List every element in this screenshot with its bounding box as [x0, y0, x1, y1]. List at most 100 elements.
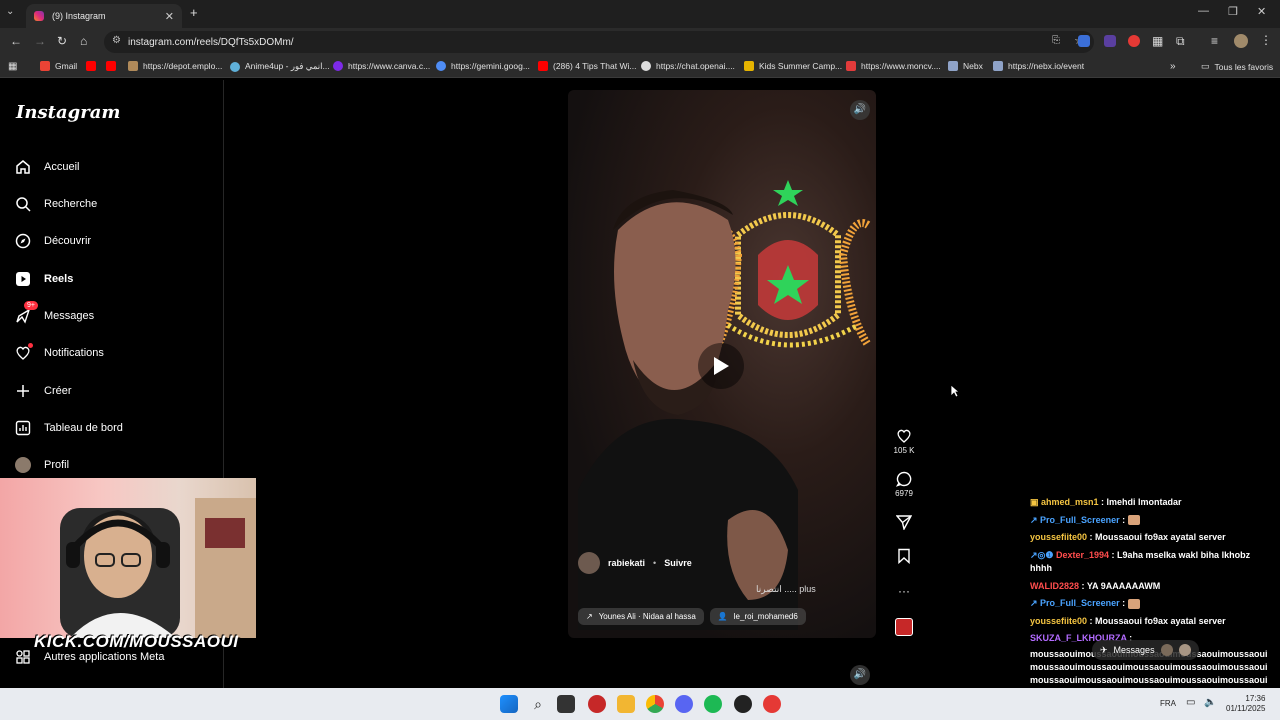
sidebar-item-creer[interactable]: Créer — [14, 382, 72, 400]
language-indicator[interactable]: FRA — [1160, 699, 1176, 708]
extension-icon[interactable] — [1128, 35, 1140, 47]
sidebar-item-recherche[interactable]: Recherche — [14, 195, 97, 213]
bookmark-item[interactable]: Anime4up - انمي فور... — [230, 61, 330, 72]
chat-badge-icon: ▣ — [1030, 497, 1042, 507]
volume-icon[interactable]: 🔈 — [1204, 697, 1216, 708]
home-icon — [14, 158, 32, 176]
chat-message: youssefiite00 : Moussaoui fo9ax ayatal s… — [1030, 615, 1226, 626]
search-icon[interactable]: ⌕ — [529, 695, 547, 713]
sidebar-item-messages[interactable]: 9+ Messages — [14, 301, 94, 325]
tagged-user-chip[interactable]: 👤 le_roi_mohamed6 — [709, 608, 806, 625]
site-info-icon[interactable]: ⚙ — [112, 35, 121, 46]
reload-icon[interactable]: ↻ — [57, 34, 67, 48]
reel-caption[interactable]: انتصرنا ..... plus — [756, 584, 816, 595]
tagged-username: le_roi_mohamed6 — [733, 612, 798, 621]
play-button[interactable] — [698, 343, 744, 389]
bookmark-item[interactable]: https://depot.emplo... — [128, 61, 222, 71]
instagram-logo[interactable]: Instagram — [16, 102, 120, 123]
bookmark-item[interactable]: (286) 4 Tips That Wi... — [538, 61, 636, 71]
sidebar-item-accueil[interactable]: Accueil — [14, 158, 79, 176]
bookmark-item[interactable]: https://chat.openai.... — [641, 61, 735, 71]
chat-text: lmehdi lmontadar — [1106, 497, 1182, 507]
home-browser-icon[interactable]: ⌂ — [80, 34, 87, 48]
profile-avatar-icon[interactable] — [1234, 34, 1248, 48]
stream-chat-overlay: ▣ ahmed_msn1 : lmehdi lmontadar ↗ Pro_Fu… — [1030, 494, 1270, 700]
clock[interactable]: 17:36 01/11/2025 — [1226, 694, 1265, 714]
spotify-icon[interactable] — [704, 695, 722, 713]
extension-icon[interactable]: ▦ — [1152, 34, 1163, 48]
comment-action[interactable]: 6979 — [892, 471, 916, 498]
bookmark-item[interactable]: https://nebx.io/event — [993, 61, 1084, 71]
tab-list-icon[interactable]: ⌄ — [6, 6, 14, 17]
bookmark-item[interactable]: Nebx — [948, 61, 983, 71]
forward-icon[interactable]: → — [34, 34, 46, 48]
bookmark-item[interactable]: Kids Summer Camp... — [744, 61, 842, 71]
install-app-icon[interactable]: ⎘ — [1052, 35, 1060, 46]
apps-grid-icon[interactable]: ▦ — [8, 61, 17, 72]
media-controls-icon[interactable]: ≡ — [1211, 34, 1218, 48]
task-view-icon[interactable] — [557, 695, 575, 713]
extension-icon[interactable] — [1104, 35, 1116, 47]
bookmark-label: (286) 4 Tips That Wi... — [553, 61, 637, 71]
bookmark-label: https://nebx.io/event — [1008, 61, 1085, 71]
chat-username: Dexter_1994 — [1055, 549, 1110, 560]
minimize-icon[interactable]: — — [1198, 5, 1209, 17]
like-action[interactable]: 105 K — [892, 428, 916, 455]
chat-username: youssefiite00 — [1030, 615, 1088, 626]
share-action[interactable] — [892, 514, 916, 532]
reel-tags-row: ↗ Younes Ali · Nidaa al hassa 👤 le_roi_m… — [578, 608, 806, 625]
sidebar-item-tableau-de-bord[interactable]: Tableau de bord — [14, 419, 123, 437]
windows-start-icon[interactable] — [500, 695, 518, 713]
app-icon[interactable] — [763, 695, 781, 713]
all-bookmarks-folder[interactable]: ▭ Tous les favoris — [1201, 61, 1273, 72]
app-icon[interactable] — [588, 695, 606, 713]
chrome-icon[interactable] — [646, 695, 664, 713]
avatar — [1178, 644, 1191, 656]
messages-pill[interactable]: ✈ Messages — [1092, 640, 1199, 660]
bookmark-item[interactable]: https://www.moncv.... — [846, 61, 941, 71]
author-avatar[interactable] — [578, 552, 600, 574]
bookmark-item[interactable]: Gmail — [40, 61, 77, 71]
close-tab-icon[interactable]: ✕ — [165, 10, 174, 23]
windows-taskbar: ⌕ FRA ▭ 🔈 17:36 01/11/2025 — [0, 688, 1280, 720]
back-icon[interactable]: ← — [10, 34, 22, 48]
bookmark-label: Nebx — [963, 61, 983, 71]
mute-icon[interactable]: 🔊 — [850, 100, 870, 120]
more-options-icon[interactable]: ··· — [892, 584, 916, 598]
discord-icon[interactable] — [675, 695, 693, 713]
chat-message: youssefiite00 : Moussaoui fo9ax ayatal s… — [1030, 532, 1226, 542]
sidebar-item-decouvrir[interactable]: Découvrir — [14, 232, 91, 250]
bookmark-item[interactable]: https://www.canva.c... — [333, 61, 430, 71]
follow-button[interactable]: Suivre — [664, 558, 692, 568]
bookmark-item[interactable]: https://gemini.goog... — [436, 61, 530, 71]
new-tab-icon[interactable]: + — [190, 5, 198, 20]
extension-icon[interactable] — [1078, 35, 1090, 47]
sidebar-item-notifications[interactable]: Notifications — [14, 343, 104, 362]
chat-message: ▣ ahmed_msn1 : lmehdi lmontadar — [1030, 497, 1182, 507]
file-explorer-icon[interactable] — [617, 695, 635, 713]
instagram-favicon-icon — [34, 11, 44, 21]
sidebar-item-profil[interactable]: Profil — [14, 456, 69, 474]
close-window-icon[interactable]: ✕ — [1257, 5, 1266, 18]
sidebar-item-reels[interactable]: Reels — [14, 270, 73, 288]
reel-video[interactable]: 🔊 rabiekati • Suivre انتصرنا ..... plus … — [568, 90, 876, 638]
bookmarks-bar: ▦ Gmail https://depot.emplo... Anime4up … — [0, 56, 1280, 78]
obs-icon[interactable] — [734, 695, 752, 713]
save-action[interactable] — [892, 548, 916, 566]
messenger-icon: 9+ — [14, 301, 38, 325]
audio-chip[interactable]: ↗ Younes Ali · Nidaa al hassa — [578, 608, 704, 625]
audio-thumbnail[interactable] — [892, 618, 916, 636]
author-username[interactable]: rabiekati — [608, 558, 645, 568]
bookmark-item[interactable] — [106, 61, 116, 71]
url-bar[interactable]: ⚙ instagram.com/reels/DQfTs5xDOMm/ ⎘ ☆ — [104, 31, 1094, 53]
browser-tab[interactable]: (9) Instagram ✕ — [26, 4, 182, 28]
extensions-puzzle-icon[interactable]: ⧉ — [1176, 34, 1185, 49]
heart-icon — [14, 343, 33, 362]
site-icon — [993, 61, 1003, 71]
more-bookmarks-icon[interactable]: » — [1170, 61, 1176, 72]
bookmark-item[interactable] — [86, 61, 96, 71]
restore-icon[interactable]: ❐ — [1228, 5, 1238, 18]
browser-menu-icon[interactable]: ⋮ — [1260, 33, 1272, 47]
network-icon[interactable]: ▭ — [1186, 697, 1195, 708]
next-reel-mute-icon[interactable]: 🔊 — [850, 665, 870, 685]
